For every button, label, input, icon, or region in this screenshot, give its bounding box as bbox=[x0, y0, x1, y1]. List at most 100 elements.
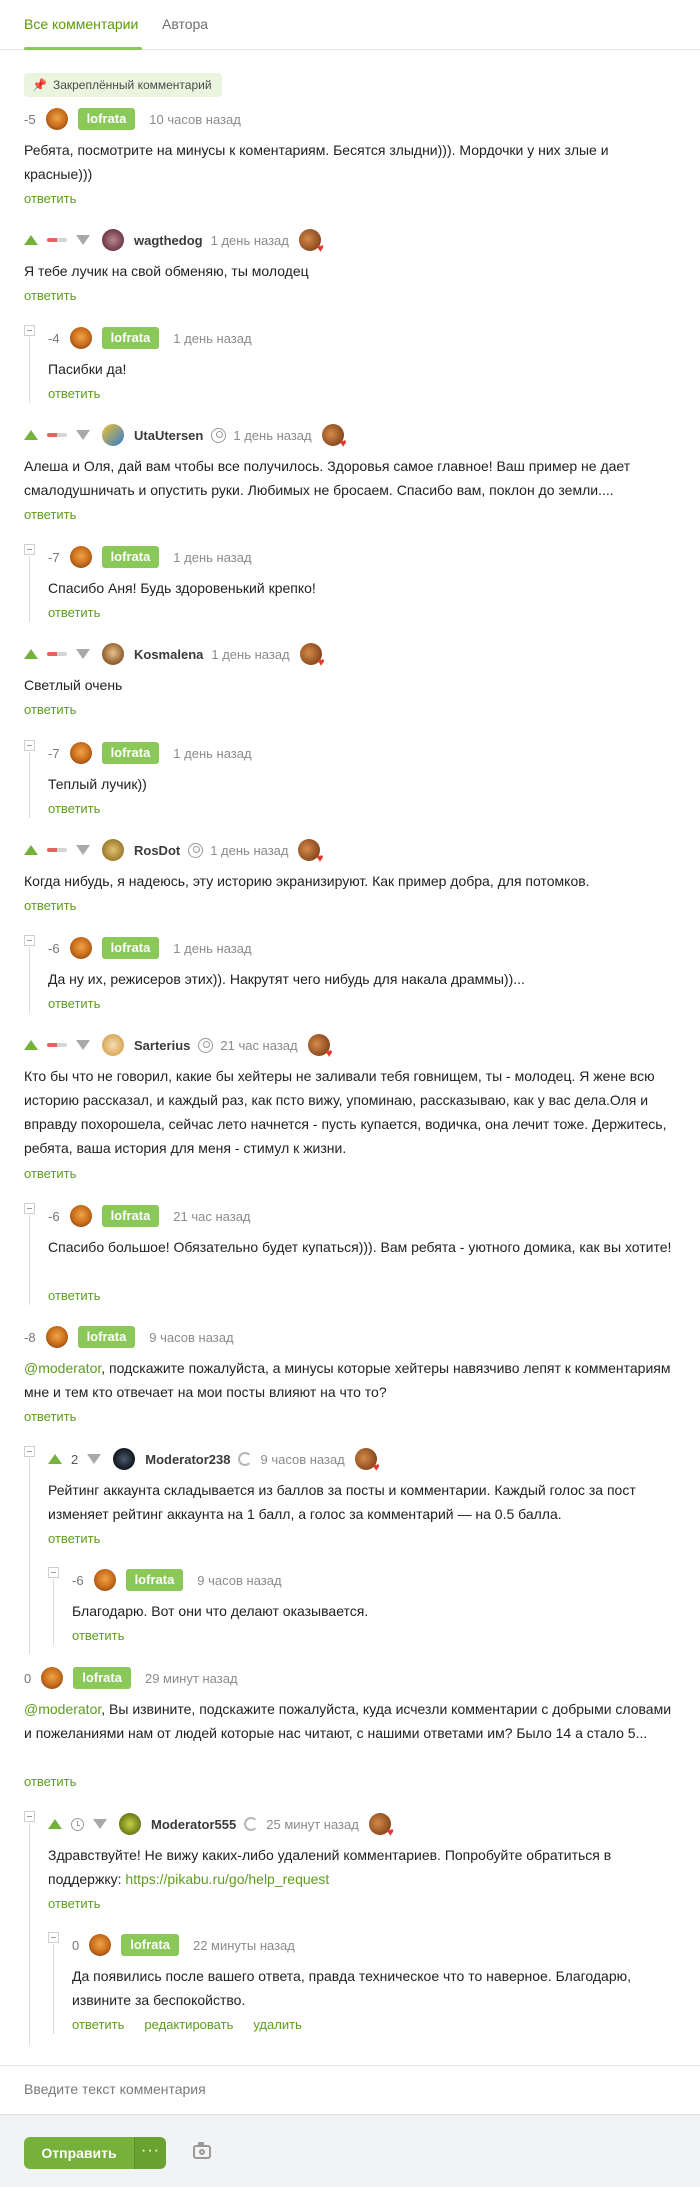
comment-time[interactable]: 1 день назад bbox=[173, 941, 251, 956]
author-name[interactable]: lofrata bbox=[73, 1667, 131, 1689]
more-options-button[interactable]: ··· bbox=[134, 2137, 166, 2169]
collapse-toggle[interactable] bbox=[24, 935, 35, 946]
author-name[interactable]: wagthedog bbox=[134, 233, 203, 248]
author-name[interactable]: Moderator238 bbox=[145, 1452, 230, 1467]
avatar[interactable] bbox=[93, 1569, 116, 1591]
tab-author[interactable]: Автора bbox=[162, 16, 208, 32]
upvote-icon[interactable] bbox=[24, 1040, 38, 1050]
avatar[interactable] bbox=[102, 643, 124, 665]
author-name[interactable]: UtaUtersen bbox=[134, 428, 203, 443]
author-name[interactable]: lofrata bbox=[101, 742, 160, 764]
collapse-toggle[interactable] bbox=[24, 1203, 35, 1214]
avatar[interactable] bbox=[102, 229, 124, 251]
author-name[interactable]: lofrata bbox=[125, 1569, 184, 1591]
comment-time[interactable]: 21 час назад bbox=[173, 1209, 250, 1224]
comment-time[interactable]: 1 день назад bbox=[173, 550, 251, 565]
comment-time[interactable]: 1 день назад bbox=[210, 843, 288, 858]
downvote-icon[interactable] bbox=[76, 845, 90, 855]
collapse-toggle[interactable] bbox=[24, 740, 35, 751]
reply-link[interactable]: ответить bbox=[72, 2017, 124, 2032]
upvote-icon[interactable] bbox=[24, 430, 38, 440]
reply-link[interactable]: ответить bbox=[24, 191, 76, 206]
comment-time[interactable]: 1 день назад bbox=[173, 331, 251, 346]
upvote-icon[interactable] bbox=[24, 845, 38, 855]
author-name[interactable]: lofrata bbox=[101, 1205, 160, 1227]
upvote-icon[interactable] bbox=[48, 1819, 62, 1829]
author-name[interactable]: Kosmalena bbox=[134, 647, 203, 662]
camera-icon[interactable] bbox=[193, 2142, 211, 2159]
upvote-icon[interactable] bbox=[48, 1454, 62, 1464]
reply-link[interactable]: ответить bbox=[48, 605, 100, 620]
avatar[interactable] bbox=[69, 742, 92, 764]
reply-link[interactable]: ответить bbox=[48, 801, 100, 816]
avatar[interactable] bbox=[69, 937, 92, 959]
collapse-toggle[interactable] bbox=[24, 1446, 35, 1457]
comment-time[interactable]: 25 минут назад bbox=[266, 1817, 359, 1832]
mention-link[interactable]: @moderator bbox=[24, 1701, 101, 1717]
upvote-icon[interactable] bbox=[24, 235, 38, 245]
downvote-icon[interactable] bbox=[87, 1454, 102, 1464]
avatar[interactable] bbox=[45, 108, 68, 130]
author-name[interactable]: lofrata bbox=[101, 546, 160, 568]
author-name[interactable]: Sarterius bbox=[134, 1038, 190, 1053]
reply-link[interactable]: ответить bbox=[48, 386, 100, 401]
avatar[interactable] bbox=[89, 1934, 112, 1956]
author-name[interactable]: lofrata bbox=[121, 1934, 179, 1956]
collapse-toggle[interactable] bbox=[24, 1811, 35, 1822]
reply-link[interactable]: ответить bbox=[72, 1628, 124, 1643]
reply-link[interactable]: ответить bbox=[48, 1896, 100, 1911]
comment-time[interactable]: 9 часов назад bbox=[197, 1573, 281, 1588]
send-button[interactable]: Отправить bbox=[24, 2137, 134, 2169]
avatar[interactable] bbox=[69, 546, 92, 568]
reply-link[interactable]: ответить bbox=[48, 1288, 100, 1303]
downvote-icon[interactable] bbox=[76, 430, 90, 440]
author-name[interactable]: lofrata bbox=[101, 937, 160, 959]
upvote-icon[interactable] bbox=[24, 649, 38, 659]
reply-link[interactable]: ответить bbox=[24, 507, 76, 522]
comment-time[interactable]: 9 часов назад bbox=[260, 1452, 344, 1467]
edit-link[interactable]: редактировать bbox=[144, 2017, 233, 2032]
reply-link[interactable]: ответить bbox=[24, 1166, 76, 1181]
comment-time[interactable]: 1 день назад bbox=[233, 428, 311, 443]
author-name[interactable]: RosDot bbox=[134, 843, 180, 858]
reply-link[interactable]: ответить bbox=[24, 1774, 76, 1789]
reply-link[interactable]: ответить bbox=[24, 702, 76, 717]
avatar[interactable] bbox=[102, 424, 124, 446]
mention-link[interactable]: @moderator bbox=[24, 1360, 101, 1376]
downvote-icon[interactable] bbox=[76, 235, 90, 245]
reply-link[interactable]: ответить bbox=[24, 1409, 76, 1424]
author-name[interactable]: lofrata bbox=[77, 108, 136, 130]
author-name[interactable]: lofrata bbox=[77, 1326, 136, 1348]
author-name[interactable]: lofrata bbox=[101, 327, 160, 349]
collapse-toggle[interactable] bbox=[24, 544, 35, 555]
delete-link[interactable]: удалить bbox=[253, 2017, 301, 2032]
avatar[interactable] bbox=[45, 1326, 68, 1348]
comment-time[interactable]: 29 минут назад bbox=[145, 1671, 238, 1686]
comment-time[interactable]: 22 минуты назад bbox=[193, 1938, 295, 1953]
collapse-toggle[interactable] bbox=[48, 1932, 59, 1943]
downvote-icon[interactable] bbox=[76, 649, 90, 659]
avatar[interactable] bbox=[102, 1034, 124, 1056]
collapse-toggle[interactable] bbox=[24, 325, 35, 336]
reply-link[interactable]: ответить bbox=[48, 996, 100, 1011]
downvote-icon[interactable] bbox=[76, 1040, 90, 1050]
comment-time[interactable]: 21 час назад bbox=[220, 1038, 297, 1053]
comment-time[interactable]: 1 день назад bbox=[173, 746, 251, 761]
avatar[interactable] bbox=[102, 839, 124, 861]
avatar[interactable] bbox=[69, 1205, 92, 1227]
reply-link[interactable]: ответить bbox=[24, 288, 76, 303]
tab-all-comments[interactable]: Все комментарии bbox=[24, 16, 138, 32]
comment-time[interactable]: 1 день назад bbox=[211, 233, 289, 248]
help-request-link[interactable]: https://pikabu.ru/go/help_request bbox=[125, 1871, 329, 1887]
avatar[interactable] bbox=[119, 1813, 141, 1835]
avatar[interactable] bbox=[69, 327, 92, 349]
downvote-icon[interactable] bbox=[93, 1819, 107, 1829]
collapse-toggle[interactable] bbox=[48, 1567, 59, 1578]
comment-time[interactable]: 10 часов назад bbox=[149, 112, 241, 127]
reply-link[interactable]: ответить bbox=[24, 898, 76, 913]
author-name[interactable]: Moderator555 bbox=[151, 1817, 236, 1832]
comment-time[interactable]: 1 день назад bbox=[211, 647, 289, 662]
reply-link[interactable]: ответить bbox=[48, 1531, 100, 1546]
comment-time[interactable]: 9 часов назад bbox=[149, 1330, 233, 1345]
comment-input[interactable]: Введите текст комментария bbox=[0, 2065, 700, 2115]
